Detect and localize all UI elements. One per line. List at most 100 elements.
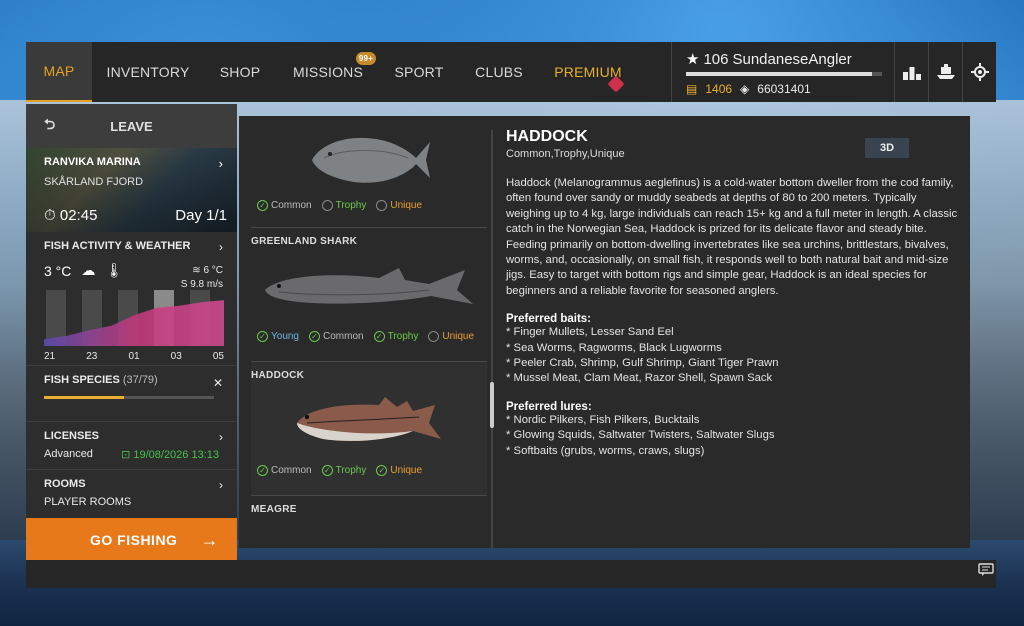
chevron-right-icon: › <box>219 430 223 444</box>
stopwatch-icon: ⏱ <box>44 207 56 224</box>
tab-shop[interactable]: SHOP <box>204 42 276 102</box>
check-circle-icon: ✓ <box>257 465 268 476</box>
bait-item: * Finger Mullets, Lesser Sand Eel <box>506 326 674 339</box>
fish-detail: HADDOCK Common,Trophy,Unique 3D Haddock … <box>506 128 961 459</box>
tag-common: ✓ Common <box>257 465 312 476</box>
check-circle-icon: ✓ <box>309 331 320 342</box>
check-circle-icon: ✓ <box>257 331 268 342</box>
fish-name: MEAGRE <box>251 504 297 515</box>
xp-bar <box>686 72 882 76</box>
license-type: Advanced <box>44 448 93 460</box>
arrow-right-icon: → <box>200 529 219 550</box>
rooms-section[interactable]: ROOMS › PLAYER ROOMS <box>26 470 237 522</box>
leave-label: LEAVE <box>110 118 153 134</box>
species-title: FISH SPECIES <box>44 374 120 386</box>
fish-list[interactable]: ✓ Common Trophy Unique GREENLAND SHARK ✓ You… <box>239 116 501 548</box>
tournament-icon[interactable] <box>928 42 962 102</box>
tag-unique: Unique <box>428 331 474 342</box>
back-arrow-icon: ⮌ <box>44 116 56 132</box>
player-name: SundaneseAngler <box>732 50 852 68</box>
rain-cloud-icon: ☁ <box>81 262 96 278</box>
tag-common: ✓ Common <box>257 200 312 211</box>
air-temperature: 3 °C <box>44 262 72 279</box>
activity-chart <box>44 290 224 346</box>
leaderboard-icon[interactable] <box>894 42 928 102</box>
tab-sport[interactable]: SPORT <box>380 42 458 102</box>
game-time: ⏱ 02:45 <box>44 207 97 224</box>
lure-item: * Nordic Pilkers, Fish Pilkers, Bucktail… <box>506 413 700 426</box>
fish-image <box>251 116 487 196</box>
tag-label: Common <box>271 465 312 476</box>
tab-map-label: MAP <box>43 63 75 79</box>
preferred-baits-title: Preferred baits: <box>506 313 592 326</box>
tab-premium[interactable]: PREMIUM <box>540 42 636 102</box>
tab-map[interactable]: MAP <box>26 42 92 102</box>
tag-label: Unique <box>442 331 475 342</box>
tag-label: Common <box>271 200 312 211</box>
fish-list-scrollbar[interactable] <box>490 130 494 548</box>
tab-missions[interactable]: MISSIONS 99+ <box>276 42 380 102</box>
licenses-section[interactable]: LICENSES › Advanced ⊡ 19/08/2026 13:13 <box>26 422 237 470</box>
chart-hour-labels: 21 23 01 03 05 <box>44 351 224 362</box>
species-count: (37/79) <box>122 374 158 386</box>
empty-circle-icon <box>321 200 333 211</box>
tag-unique: ✓ Unique <box>376 465 422 476</box>
water-waves-icon: ≋ <box>192 265 201 276</box>
player-panel[interactable]: ★ 106 SundaneseAngler ▤ 1406 ◈ 66031401 <box>671 42 891 102</box>
view-3d-button[interactable]: 3D <box>865 138 909 158</box>
game-time-value: 02:45 <box>59 207 98 224</box>
tag-label: Unique <box>390 465 423 476</box>
preferred-lures-list: * Nordic Pilkers, Fish Pilkers, Bucktail… <box>506 413 961 459</box>
fish-activity-weather[interactable]: FISH ACTIVITY & WEATHER › 3 °C ☁ 🌡 ≋ 6 °… <box>26 232 237 366</box>
fish-image <box>251 381 487 461</box>
sidebar: ⮌ LEAVE RANVIKA MARINA SKÅRLAND FJORD › … <box>26 104 237 562</box>
rooms-title: ROOMS <box>44 478 86 490</box>
fish-card-meagre[interactable]: MEAGRE <box>251 496 487 548</box>
fish-encyclopedia-panel: ✓ Common Trophy Unique GREENLAND SHARK ✓ You… <box>239 116 970 548</box>
scroll-thumb[interactable] <box>490 382 494 428</box>
lock-icon: ⊡ <box>121 449 131 461</box>
license-expiry: 19/08/2026 13:13 <box>133 449 219 461</box>
licenses-title: LICENSES <box>44 430 100 442</box>
tag-label: Trophy <box>387 331 419 342</box>
silver-amount: 66031401 <box>757 82 811 96</box>
location-card[interactable]: RANVIKA MARINA SKÅRLAND FJORD › ⏱ 02:45 … <box>26 148 237 232</box>
preferred-lures-title: Preferred lures: <box>506 400 592 413</box>
top-navigation: MAP INVENTORY SHOP MISSIONS 99+ SPORT CL… <box>26 42 996 102</box>
tag-trophy: Trophy <box>321 200 367 211</box>
fish-tags: ✓ Common Trophy Unique <box>251 196 487 219</box>
player-level: 106 <box>703 50 729 68</box>
thermometer-icon: 🌡 <box>105 262 124 278</box>
lure-item: * Softbaits (grubs, worms, craws, slugs) <box>506 444 705 457</box>
settings-icon[interactable] <box>962 42 996 102</box>
chevron-right-icon: › <box>218 156 223 171</box>
hour-label: 01 <box>128 351 140 362</box>
tab-missions-label: MISSIONS <box>292 64 364 80</box>
tab-clubs[interactable]: CLUBS <box>458 42 540 102</box>
fish-species-section[interactable]: FISH SPECIES (37/79) ✕ <box>26 366 237 422</box>
tag-common: ✓ Common <box>309 331 364 342</box>
preferred-baits-list: * Finger Mullets, Lesser Sand Eel * Sea … <box>506 325 961 387</box>
silver-coins-icon: ◈ <box>740 82 750 96</box>
location-name: RANVIKA MARINA <box>44 156 141 168</box>
fish-name: HADDOCK <box>251 370 305 381</box>
close-icon[interactable]: ✕ <box>213 376 223 390</box>
tab-clubs-label: CLUBS <box>475 64 523 80</box>
bait-item: * Sea Worms, Ragworms, Black Lugworms <box>506 341 722 354</box>
tag-label: Trophy <box>335 200 367 211</box>
hour-label: 21 <box>44 351 56 362</box>
fish-card-haddock[interactable]: HADDOCK ✓ Common ✓ Trophy ✓ Unique <box>251 362 487 496</box>
fish-card-halibut[interactable]: ✓ Common Trophy Unique <box>251 116 487 228</box>
tab-shop-label: SHOP <box>219 64 261 80</box>
bait-item: * Mussel Meat, Clam Meat, Razor Shell, S… <box>506 372 773 385</box>
tab-inventory[interactable]: INVENTORY <box>92 42 204 102</box>
bottom-bar <box>26 560 996 588</box>
go-fishing-button[interactable]: GO FISHING → <box>26 518 237 562</box>
chat-icon[interactable] <box>978 563 994 580</box>
leave-button[interactable]: ⮌ LEAVE <box>26 104 237 148</box>
tab-premium-label: PREMIUM <box>554 64 622 80</box>
fish-card-greenland-shark[interactable]: GREENLAND SHARK ✓ Young ✓ Common ✓ Trophy Uniq… <box>251 228 487 362</box>
tag-young: ✓ Young <box>257 331 299 342</box>
check-circle-icon: ✓ <box>321 465 333 476</box>
chevron-right-icon: › <box>219 240 223 254</box>
